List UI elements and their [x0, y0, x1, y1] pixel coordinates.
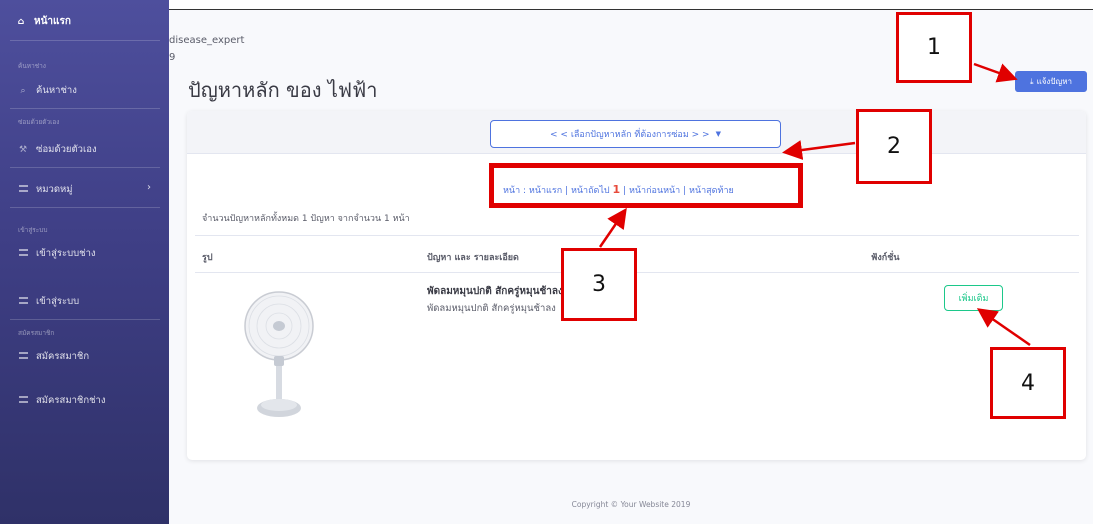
- username: disease_expert: [169, 35, 245, 46]
- sidebar-divider: [10, 207, 160, 208]
- sidebar-item-login-tech[interactable]: เข้าสู่ระบบช่าง: [18, 246, 96, 261]
- sidebar-divider: [10, 108, 160, 109]
- search-icon: ⌕: [20, 85, 26, 96]
- problem-description: พัดลมหมุนปกติ สักครู่หมุนช้าลง: [427, 303, 556, 314]
- fan-image: [244, 291, 314, 417]
- annotation-label-3: 3: [561, 248, 637, 321]
- sidebar-item-label: เข้าสู่ระบบ: [36, 296, 80, 307]
- folder-icon: [18, 395, 28, 406]
- sidebar-item-login[interactable]: เข้าสู่ระบบ: [18, 294, 79, 309]
- folder-icon: [18, 351, 28, 362]
- folder-icon: [18, 248, 28, 259]
- more-details-button[interactable]: เพิ่มเติม: [944, 285, 1003, 311]
- column-header-problem: ปัญหา และ รายละเอียด: [427, 253, 519, 263]
- page-title: ปัญหาหลัก ของ ไฟฟ้า: [188, 78, 378, 102]
- sidebar-heading-search: ค้นหาช่าง: [18, 62, 46, 70]
- sidebar-item-category[interactable]: หมวดหมู่: [18, 182, 73, 197]
- sidebar-item-register[interactable]: สมัครสมาชิก: [18, 349, 89, 364]
- sidebar-heading-self-repair: ซ่อมด้วยตัวเอง: [18, 118, 60, 126]
- sidebar-item-register-tech[interactable]: สมัครสมาชิกช่าง: [18, 393, 106, 408]
- sidebar-heading-register: สมัครสมาชิก: [18, 329, 55, 337]
- report-problem-button[interactable]: ⤓ แจ้งปัญหา: [1015, 71, 1087, 92]
- annotation-label-2: 2: [856, 109, 932, 184]
- select-label: < < เลือกปัญหาหลัก ที่ต้องการซ่อม > >: [550, 130, 710, 140]
- sidebar: ⌂ หน้าแรก ค้นหาช่าง ⌕ ค้นหาช่าง ซ่อมด้วย…: [0, 0, 169, 524]
- sidebar-item-label: ซ่อมด้วยตัวเอง: [36, 144, 97, 155]
- table-header: รูป ปัญหา และ รายละเอียด ฟังก์ชั่น: [195, 235, 1079, 273]
- result-summary: จำนวนปัญหาหลักทั้งหมด 1 ปัญหา จากจำนวน 1…: [202, 214, 410, 224]
- sidebar-item-label: เข้าสู่ระบบช่าง: [36, 248, 96, 259]
- sidebar-item-label: สมัครสมาชิก: [36, 351, 90, 362]
- sidebar-item-self-repair[interactable]: ⚒ ซ่อมด้วยตัวเอง: [18, 142, 97, 157]
- report-button-label: แจ้งปัญหา: [1036, 77, 1072, 86]
- wrench-icon: ⚒: [18, 144, 28, 155]
- annotation-label-4: 4: [990, 347, 1066, 419]
- sidebar-item-home[interactable]: ⌂ หน้าแรก: [16, 14, 71, 29]
- annotation-label-1: 1: [896, 12, 972, 83]
- sidebar-item-search-tech[interactable]: ⌕ ค้นหาช่าง: [18, 83, 77, 98]
- footer-copyright: Copyright © Your Website 2019: [571, 500, 691, 509]
- sidebar-heading-login: เข้าสู่ระบบ: [18, 226, 48, 234]
- download-icon: ⤓: [1030, 76, 1034, 86]
- user-sub: 9: [169, 52, 176, 63]
- chevron-right-icon[interactable]: ›: [147, 182, 151, 193]
- sidebar-divider: [10, 167, 160, 168]
- pagination-highlight-box: [489, 163, 803, 208]
- column-header-image: รูป: [202, 253, 213, 263]
- folder-icon: [18, 296, 28, 307]
- sidebar-item-label: ค้นหาช่าง: [36, 85, 77, 96]
- topbar: [169, 0, 1093, 10]
- folder-icon: [18, 184, 28, 195]
- arrow-1: [973, 62, 1018, 83]
- problem-name: พัดลมหมุนปกติ สักครู่หมุนช้าลง: [427, 286, 563, 297]
- sidebar-item-label: สมัครสมาชิกช่าง: [36, 395, 106, 406]
- sidebar-item-label: หมวดหมู่: [36, 184, 73, 195]
- sidebar-home-label: หน้าแรก: [34, 16, 71, 27]
- column-header-function: ฟังก์ชั่น: [871, 253, 900, 263]
- sidebar-divider: [10, 40, 160, 41]
- caret-down-icon: ▼: [715, 130, 721, 138]
- sidebar-divider: [10, 319, 160, 320]
- main-problem-select[interactable]: < < เลือกปัญหาหลัก ที่ต้องการซ่อม > > ▼: [490, 120, 781, 148]
- card-header: < < เลือกปัญหาหลัก ที่ต้องการซ่อม > > ▼: [187, 111, 1086, 154]
- home-icon: ⌂: [17, 16, 25, 27]
